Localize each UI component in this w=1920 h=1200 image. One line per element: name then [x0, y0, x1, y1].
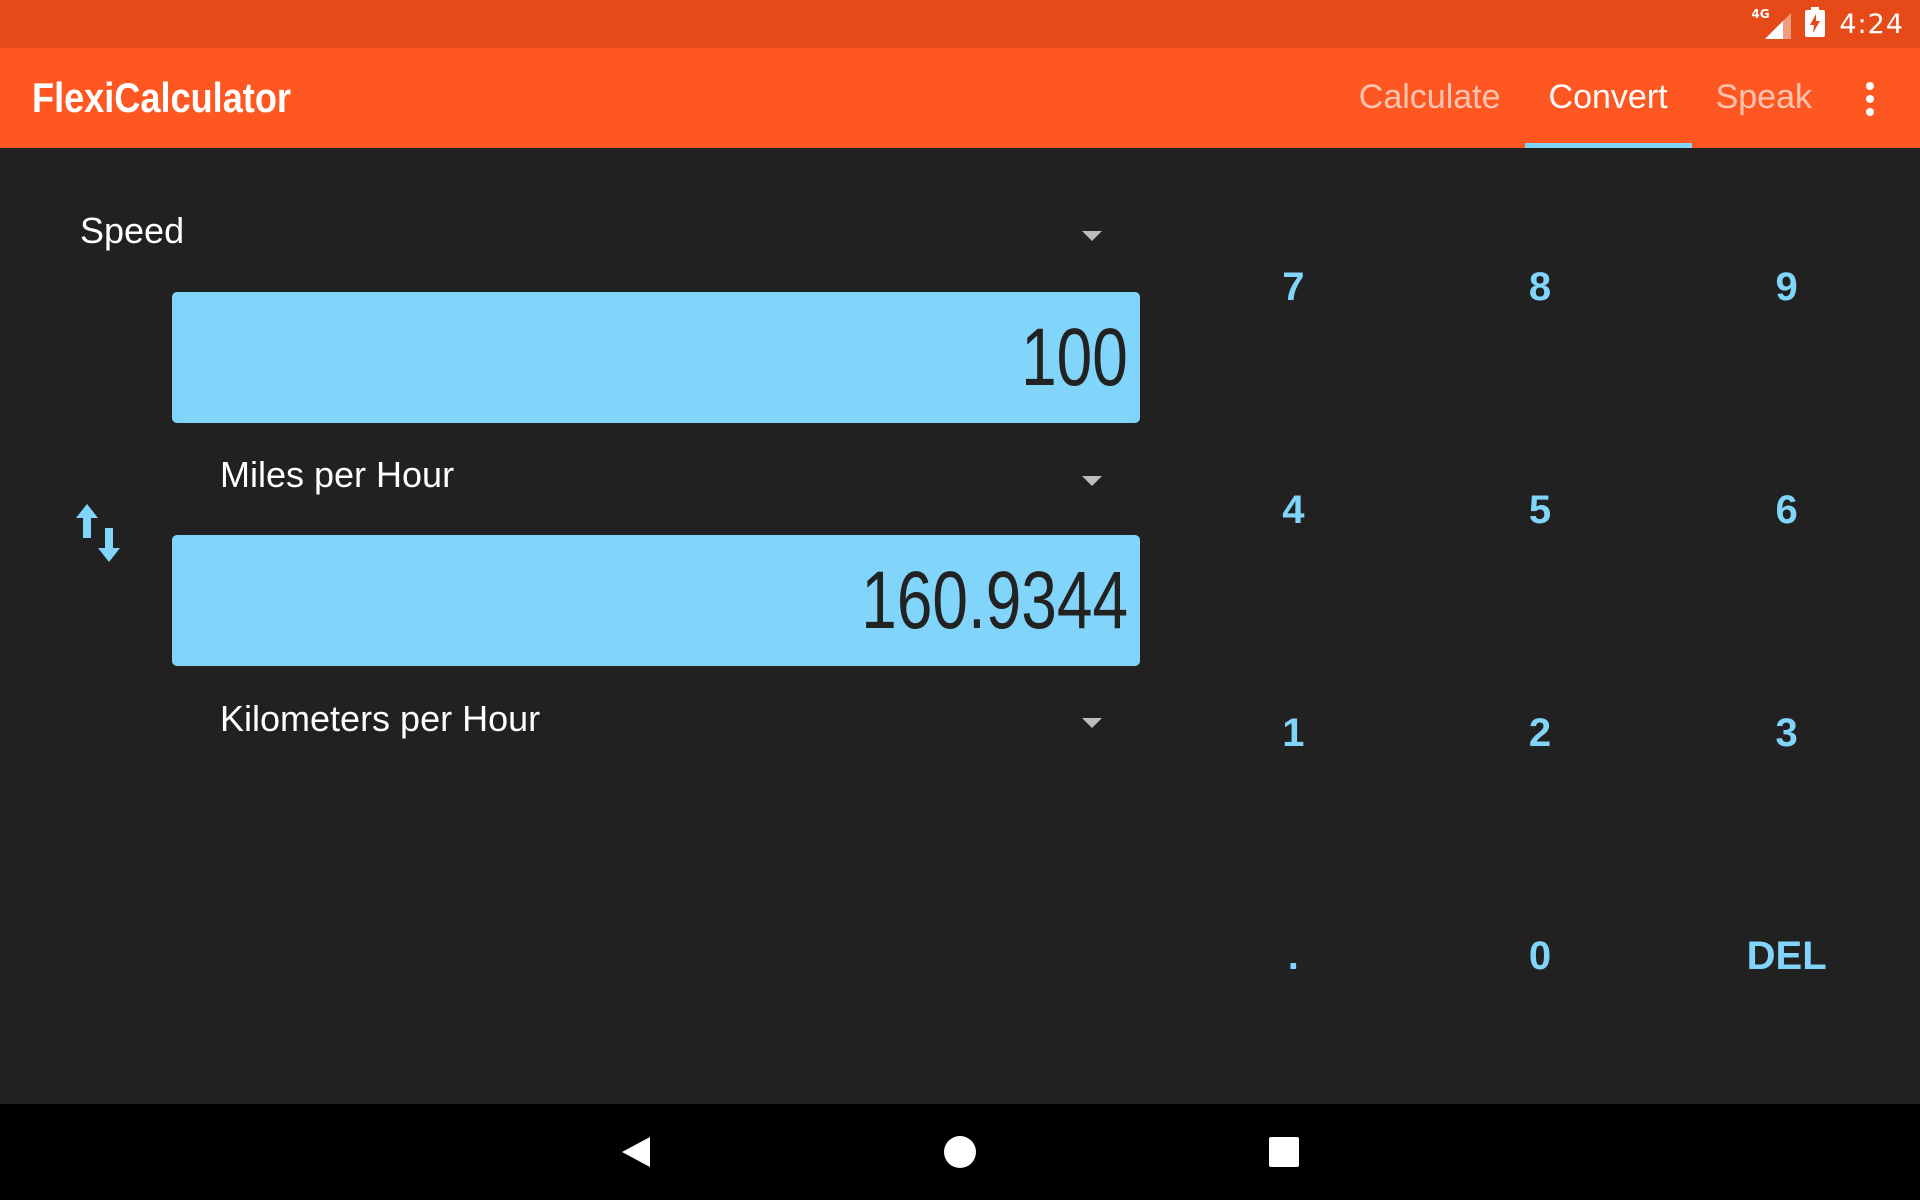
signal-icon: 4G [1751, 7, 1792, 39]
screen: 4G 4:24 FlexiCalculator Calculate Conver… [0, 0, 1920, 1200]
input-value: 100 [1021, 312, 1128, 403]
tab-convert[interactable]: Convert [1524, 48, 1692, 148]
home-icon[interactable] [912, 1104, 1008, 1200]
output-unit-label: Kilometers per Hour [220, 698, 541, 739]
key-0[interactable]: 0 [1417, 845, 1664, 1068]
more-vert-icon[interactable] [1864, 82, 1876, 116]
status-bar: 4G 4:24 [0, 0, 1920, 48]
key-5[interactable]: 5 [1417, 399, 1664, 622]
recents-icon[interactable] [1236, 1104, 1332, 1200]
key-8[interactable]: 8 [1417, 176, 1664, 399]
navigation-bar [0, 1104, 1920, 1200]
output-value: 160.9344 [861, 555, 1128, 646]
keypad: 7 8 9 4 5 6 1 2 3 . 0 DEL [1170, 176, 1910, 1068]
tab-speak[interactable]: Speak [1692, 48, 1836, 148]
key-9[interactable]: 9 [1663, 176, 1910, 399]
input-value-field[interactable]: 100 [172, 292, 1140, 423]
key-6[interactable]: 6 [1663, 399, 1910, 622]
output-unit-dropdown[interactable]: Kilometers per Hour [220, 690, 1120, 754]
key-3[interactable]: 3 [1663, 622, 1910, 845]
status-icons: 4G 4:24 [1751, 0, 1904, 48]
input-unit-dropdown[interactable]: Miles per Hour [220, 446, 1120, 510]
app-title: FlexiCalculator [32, 74, 291, 121]
output-value-field[interactable]: 160.9344 [172, 535, 1140, 666]
dropdown-arrow-icon [1082, 231, 1102, 241]
tab-bar: Calculate Convert Speak [1335, 48, 1836, 148]
key-decimal[interactable]: . [1170, 845, 1417, 1068]
category-label: Speed [80, 210, 185, 251]
key-2[interactable]: 2 [1417, 622, 1664, 845]
category-dropdown[interactable]: Speed [80, 200, 1120, 264]
back-icon[interactable] [588, 1104, 684, 1200]
swap-vertical-icon[interactable] [70, 500, 130, 570]
app-bar: FlexiCalculator Calculate Convert Speak [0, 48, 1920, 148]
dropdown-arrow-icon [1082, 718, 1102, 728]
key-1[interactable]: 1 [1170, 622, 1417, 845]
battery-charging-icon [1805, 6, 1826, 42]
key-7[interactable]: 7 [1170, 176, 1417, 399]
key-delete[interactable]: DEL [1663, 845, 1910, 1068]
tab-calculate[interactable]: Calculate [1335, 48, 1525, 148]
key-4[interactable]: 4 [1170, 399, 1417, 622]
dropdown-arrow-icon [1082, 476, 1102, 486]
clock: 4:24 [1839, 8, 1904, 40]
input-unit-label: Miles per Hour [220, 454, 455, 495]
